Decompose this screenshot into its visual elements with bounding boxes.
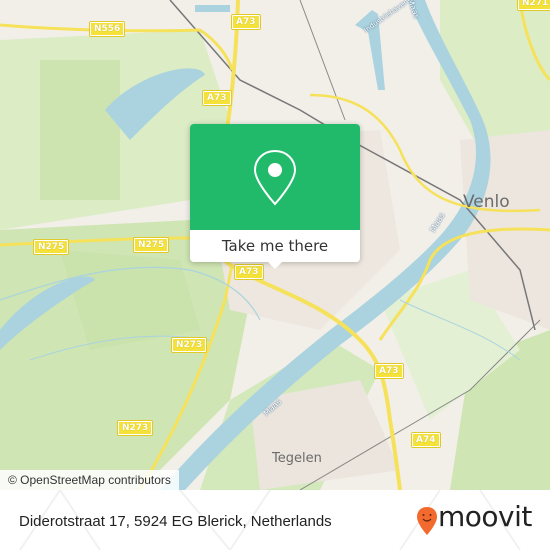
road-label-a73: A73 [231,14,261,30]
address-text: Diderotstraat 17, 5924 EG Blerick, Nethe… [19,513,332,530]
road-label-n275: N275 [32,239,70,255]
moovit-wordmark: moovit [438,500,532,533]
road-label-n556: N556 [88,21,126,37]
popup-pointer [267,261,283,269]
road-label-a73: A73 [202,90,232,106]
footer-bar: Diderotstraat 17, 5924 EG Blerick, Nethe… [0,490,550,550]
road-label-n271: N271 [516,0,550,11]
road-label-n275: N275 [132,237,170,253]
take-me-there-button[interactable]: Take me there [190,230,360,262]
road-label-n273: N273 [116,420,154,436]
map-view[interactable]: N556 A73 A73 N275 N275 A73 N273 N273 A73… [0,0,550,490]
road-label-a73: A73 [234,264,264,280]
moovit-pin-icon [417,507,437,535]
city-label-venlo: Venlo [463,192,510,212]
road-label-a73: A73 [374,363,404,379]
road-label-a74: A74 [411,432,441,448]
city-label-tegelen: Tegelen [272,451,322,466]
road-label-n273: N273 [170,337,208,353]
map-attribution[interactable]: © OpenStreetMap contributors [0,470,179,490]
popup-header [190,124,360,230]
map-pin-icon [253,149,297,206]
location-popup: Take me there [190,124,360,269]
